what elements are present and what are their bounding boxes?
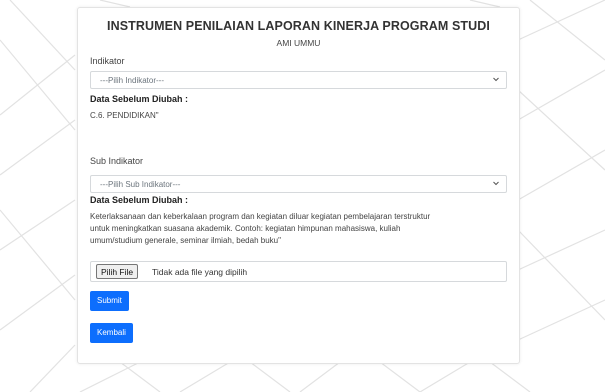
- indikator-previous-value: C.6. PENDIDIKAN": [90, 111, 159, 120]
- sub-indikator-select[interactable]: ---Pilih Sub Indikator---: [90, 175, 507, 193]
- chevron-down-icon: [493, 77, 499, 82]
- indikator-select[interactable]: ---Pilih Indikator---: [90, 71, 507, 89]
- file-status-text: Tidak ada file yang dipilih: [152, 267, 248, 277]
- back-button[interactable]: Kembali: [90, 323, 133, 343]
- indikator-select-value: ---Pilih Indikator---: [100, 76, 165, 85]
- indikator-previous-label: Data Sebelum Diubah :: [90, 94, 189, 104]
- page-title: INSTRUMEN PENILAIAN LAPORAN KINERJA PROG…: [107, 19, 490, 33]
- sub-indikator-previous-label: Data Sebelum Diubah :: [90, 195, 189, 205]
- sub-indikator-previous-line-2: untuk meningkatkan suasana akademik. Con…: [90, 224, 401, 233]
- submit-button[interactable]: Submit: [90, 291, 129, 311]
- page-subtitle: AMI UMMU: [276, 38, 321, 48]
- file-input[interactable]: Pilih File Tidak ada file yang dipilih: [90, 261, 507, 282]
- choose-file-button[interactable]: Pilih File: [96, 264, 139, 279]
- chevron-down-icon: [493, 181, 499, 186]
- sub-indikator-previous-line-3: umum/studium generale, seminar ilmiah, b…: [90, 236, 281, 245]
- form-card: INSTRUMEN PENILAIAN LAPORAN KINERJA PROG…: [77, 7, 520, 364]
- sub-indikator-label: Sub Indikator: [90, 156, 144, 166]
- indikator-label: Indikator: [90, 56, 125, 66]
- sub-indikator-previous-line-1: Keterlaksanaan dan keberkalaan program d…: [90, 212, 431, 221]
- sub-indikator-select-value: ---Pilih Sub Indikator---: [100, 180, 181, 189]
